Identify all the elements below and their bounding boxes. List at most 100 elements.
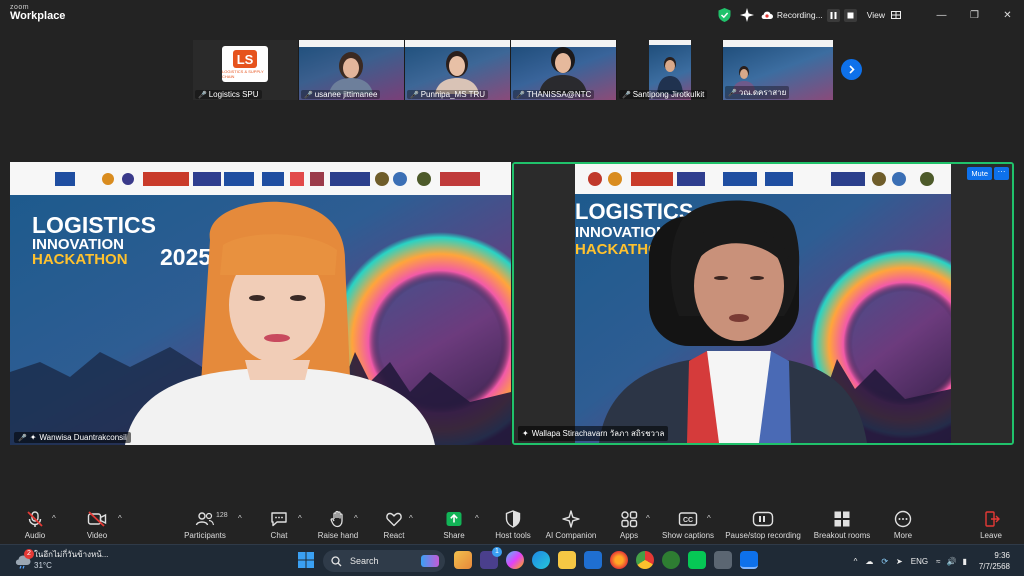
apps-options-chevron-icon[interactable]: ^ xyxy=(646,514,650,523)
raise-hand-options-chevron-icon[interactable]: ^ xyxy=(354,514,358,523)
app-icon[interactable] xyxy=(714,551,732,569)
search-icon xyxy=(331,555,342,566)
task-view-icon[interactable] xyxy=(454,551,472,569)
mute-button[interactable]: Mute xyxy=(967,167,992,180)
cloud-record-icon xyxy=(761,11,773,20)
brand-workplace: Workplace xyxy=(10,10,66,22)
share-options-chevron-icon[interactable]: ^ xyxy=(475,514,479,523)
leave-button[interactable]: Leave xyxy=(959,510,1023,540)
windows-start-icon[interactable] xyxy=(297,551,315,569)
taskbar-search[interactable]: Search xyxy=(323,550,445,572)
logo-caption: LOGISTICS & SUPPLY CHAIN xyxy=(222,68,264,79)
teams-badge: 1 xyxy=(492,547,502,557)
close-icon[interactable]: ✕ xyxy=(991,0,1024,30)
teams-icon[interactable]: 1 xyxy=(480,547,502,569)
participants-options-chevron-icon[interactable]: ^ xyxy=(238,514,242,523)
stop-recording-icon[interactable] xyxy=(843,8,857,22)
zoom-app-icon[interactable] xyxy=(740,551,758,569)
ai-companion-button[interactable]: AI Companion xyxy=(539,510,603,540)
ai-sparkle-icon[interactable] xyxy=(739,7,755,23)
host-tools-button[interactable]: Host tools xyxy=(481,510,545,540)
pause-stop-recording-button[interactable]: Pause/stop recording xyxy=(725,510,801,540)
gallery-tile[interactable]: 🎤 Punnipa_MS TRU xyxy=(405,40,510,100)
search-label: Search xyxy=(350,556,379,566)
react-options-chevron-icon[interactable]: ^ xyxy=(409,514,413,523)
location-icon[interactable]: ➤ xyxy=(896,557,903,566)
grid-view-icon xyxy=(891,11,901,19)
weather-text: ในอีกไม่กี่วันข้างหน้... xyxy=(34,550,109,559)
raise-hand-button[interactable]: Raise hand xyxy=(306,510,370,540)
line-app-icon[interactable] xyxy=(688,551,706,569)
weather-icon: 2 xyxy=(14,549,34,569)
gallery-strip: LS LOGISTICS & SUPPLY CHAIN 🎤 Logistics S… xyxy=(193,40,833,100)
weather-temp: 31°C xyxy=(34,561,52,570)
next-page-button[interactable] xyxy=(841,59,862,80)
more-icon xyxy=(894,510,912,528)
taskbar-clock[interactable]: 9:36 7/7/2568 xyxy=(979,550,1010,572)
weather-badge: 2 xyxy=(24,549,34,559)
gallery-tile[interactable]: 🎤 Santipong Jirotkulkit xyxy=(617,40,722,100)
gallery-tile[interactable]: 🎤 วณ.ดคราสาย xyxy=(723,40,833,100)
video-tile-left[interactable]: LOGISTICS INNOVATION HACKATHON 2025 🎤 ✦ … xyxy=(10,162,511,445)
microsoft-store-icon[interactable] xyxy=(584,551,602,569)
more-button[interactable]: More xyxy=(871,510,935,540)
recording-label: Recording... xyxy=(776,10,823,20)
pause-recording-icon[interactable] xyxy=(826,8,840,22)
firefox-icon[interactable] xyxy=(610,551,628,569)
tile-more-button[interactable]: ··· xyxy=(994,167,1009,180)
audio-button[interactable]: Audio xyxy=(3,510,67,540)
view-button[interactable]: View xyxy=(867,10,901,20)
clock-date: 7/7/2568 xyxy=(978,562,1010,571)
participant-video xyxy=(435,51,479,94)
chevron-right-icon xyxy=(849,65,855,74)
copilot-icon[interactable] xyxy=(506,551,524,569)
wifi-icon[interactable]: ≈ xyxy=(936,557,940,566)
participant-name: 🎤 ✦ Wanwisa Duantrakconsil xyxy=(14,432,131,443)
file-explorer-icon[interactable] xyxy=(558,551,576,569)
hand-icon xyxy=(329,510,347,528)
video-off-icon xyxy=(87,510,107,528)
battery-icon[interactable]: ▮ xyxy=(962,557,966,566)
svg-text:CC: CC xyxy=(683,517,693,524)
minimize-icon[interactable]: — xyxy=(925,0,958,30)
video-tile-right[interactable]: LOGISTICS INNOVATION HACKATHON Mute ··· … xyxy=(512,162,1014,445)
title-bar: zoom Workplace Recording... View — ❐ ✕ xyxy=(0,0,1024,30)
gallery-tile[interactable]: 🎤 usanee jittimanee xyxy=(299,40,404,100)
sync-icon[interactable]: ⟳ xyxy=(881,557,888,566)
chrome-profile-icon[interactable] xyxy=(662,551,680,569)
logistics-spu-logo: LS LOGISTICS & SUPPLY CHAIN xyxy=(222,46,268,82)
onedrive-icon[interactable]: ☁ xyxy=(865,557,873,566)
svg-text:LS: LS xyxy=(237,52,254,67)
react-button[interactable]: React xyxy=(362,510,426,540)
sponsor-banner xyxy=(299,40,404,47)
app-brand: zoom Workplace xyxy=(10,4,65,22)
chat-options-chevron-icon[interactable]: ^ xyxy=(298,514,302,523)
tray-chevron-icon[interactable]: ^ xyxy=(854,557,858,566)
chrome-icon[interactable] xyxy=(636,551,654,569)
participant-count: 128 xyxy=(216,512,228,519)
language-indicator[interactable]: ENG xyxy=(911,557,928,566)
recording-indicator[interactable]: Recording... xyxy=(761,8,857,22)
gallery-tile[interactable]: 🎤 THANISSA@NTC xyxy=(511,40,616,100)
participant-video xyxy=(329,52,373,94)
volume-icon[interactable]: 🔊 xyxy=(946,557,956,566)
meeting-toolbar: Audio ^ Video ^ Participants 128 ^ Chat … xyxy=(0,504,1024,544)
breakout-rooms-button[interactable]: Breakout rooms xyxy=(810,510,874,540)
leave-icon xyxy=(982,510,1000,528)
encryption-shield-icon[interactable] xyxy=(717,7,733,23)
audio-options-chevron-icon[interactable]: ^ xyxy=(52,514,56,523)
participant-name: 🎤 Logistics SPU xyxy=(195,90,262,99)
view-label: View xyxy=(866,10,885,20)
pause-icon xyxy=(752,510,774,528)
weather-widget[interactable]: ในอีกไม่กี่วันข้างหน้... 31°C xyxy=(34,549,108,571)
restore-icon[interactable]: ❐ xyxy=(958,0,991,30)
gallery-tile[interactable]: LS LOGISTICS & SUPPLY CHAIN 🎤 Logistics S… xyxy=(193,40,298,100)
edge-icon[interactable] xyxy=(532,551,550,569)
participant-name: 🎤 Punnipa_MS TRU xyxy=(407,90,489,99)
mic-muted-icon: 🎤 xyxy=(410,91,419,99)
captions-options-chevron-icon[interactable]: ^ xyxy=(707,514,711,523)
letterbox-left xyxy=(514,164,576,443)
apps-button[interactable]: Apps xyxy=(597,510,661,540)
participant-name: 🎤 usanee jittimanee xyxy=(301,90,381,99)
video-options-chevron-icon[interactable]: ^ xyxy=(118,514,122,523)
